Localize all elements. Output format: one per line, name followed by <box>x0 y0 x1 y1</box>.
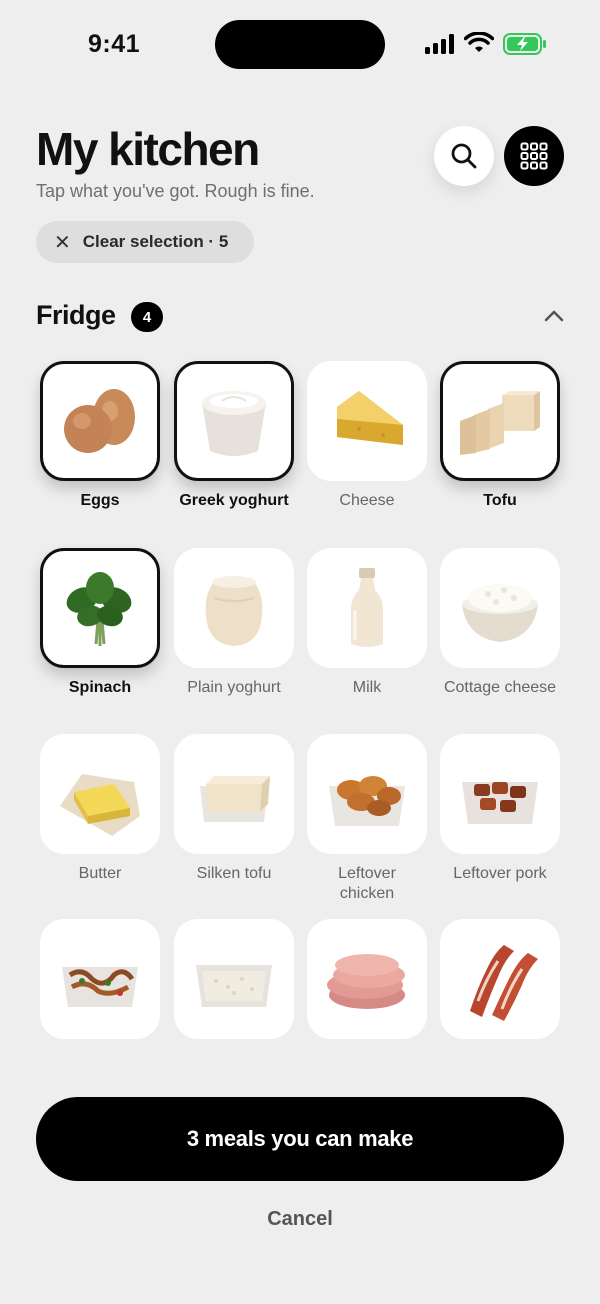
section-title: Fridge <box>36 300 116 330</box>
grid-view-button[interactable] <box>504 126 564 186</box>
grid-icon <box>520 142 548 170</box>
silken-tofu-icon <box>200 776 270 822</box>
plain-yoghurt-icon <box>205 576 263 646</box>
ingredient-label: Eggs <box>80 492 120 509</box>
ingredient-item-silken-tofu[interactable]: Silken tofu <box>174 734 294 884</box>
dynamic-island <box>215 20 385 69</box>
greek-yoghurt-icon <box>202 391 266 456</box>
ingredient-tile[interactable] <box>307 919 427 1039</box>
ingredient-item-tofu[interactable]: Tofu <box>440 361 560 511</box>
ingredient-item-eggs[interactable]: Eggs <box>40 361 160 511</box>
page-title: My kitchen <box>36 123 260 175</box>
ingredient-tile[interactable] <box>174 734 294 854</box>
ingredient-item-plain-yoghurt[interactable]: Plain yoghurt <box>174 548 294 698</box>
ingredient-label: Cottage cheese <box>443 679 557 696</box>
ingredient-tile[interactable] <box>40 361 160 481</box>
chevron-up-icon[interactable] <box>542 306 566 326</box>
ingredient-label: Cheese <box>339 492 395 509</box>
ingredient-tile[interactable] <box>307 548 427 668</box>
ingredient-label: Greek yoghurt <box>179 492 289 509</box>
ingredient-label: Spinach <box>68 679 132 696</box>
leftover-stir-fry-icon <box>62 967 138 1007</box>
ingredient-label: Leftover chicken <box>338 865 396 902</box>
ingredient-tile[interactable] <box>307 361 427 481</box>
ingredient-item-ham[interactable] <box>307 919 427 1049</box>
leftover-chicken-icon <box>329 776 405 826</box>
ingredient-label: Butter <box>78 865 122 882</box>
ingredient-item-greek-yoghurt[interactable]: Greek yoghurt <box>174 361 294 511</box>
search-icon <box>451 143 477 169</box>
meals-cta-label: 3 meals you can make <box>186 1126 414 1151</box>
cancel-button[interactable]: Cancel <box>0 1208 600 1231</box>
leftover-pork-icon <box>462 782 538 824</box>
ingredient-item-leftover-chicken[interactable]: Leftover chicken <box>307 734 427 904</box>
clear-selection-label: Clear selection · 5 <box>82 232 229 251</box>
ingredient-tile[interactable] <box>40 548 160 668</box>
ingredient-item-leftover-pork[interactable]: Leftover pork <box>440 734 560 884</box>
ingredient-tile[interactable] <box>174 361 294 481</box>
rice-container-icon <box>196 965 272 1007</box>
ingredient-tile[interactable] <box>40 734 160 854</box>
status-bar: 9:41 <box>0 0 600 90</box>
tofu-icon <box>460 391 540 455</box>
spinach-icon <box>66 572 132 646</box>
ingredient-label: Tofu <box>483 492 517 509</box>
meals-cta-button[interactable]: 3 meals you can make <box>36 1097 564 1181</box>
bacon-icon <box>470 945 538 1021</box>
milk-icon <box>351 568 383 647</box>
section-count-badge: 4 <box>131 302 163 332</box>
ingredient-item-milk[interactable]: Milk <box>307 548 427 698</box>
close-icon: ✕ <box>54 231 71 254</box>
ingredient-tile[interactable] <box>174 919 294 1039</box>
ingredient-label: Silken tofu <box>196 865 272 882</box>
ingredient-item-cottage-cheese[interactable]: Cottage cheese <box>440 548 560 698</box>
cottage-cheese-icon <box>462 584 538 642</box>
butter-icon <box>60 774 140 836</box>
wifi-icon <box>464 32 494 52</box>
battery-charging-icon <box>503 33 546 55</box>
ingredient-item-cheese[interactable]: Cheese <box>307 361 427 511</box>
ingredient-tile[interactable] <box>40 919 160 1039</box>
ingredient-item-butter[interactable]: Butter <box>40 734 160 884</box>
ingredient-label: Leftover pork <box>453 865 547 882</box>
ingredient-item-rice[interactable] <box>174 919 294 1049</box>
signal-icon <box>425 34 454 54</box>
ham-icon <box>327 954 405 1009</box>
page-subtitle: Tap what you've got. Rough is fine. <box>36 181 315 201</box>
ingredient-item-spinach[interactable]: Spinach <box>40 548 160 698</box>
ingredient-tile[interactable] <box>440 734 560 854</box>
ingredient-tile[interactable] <box>440 919 560 1039</box>
ingredient-label: Milk <box>352 679 382 696</box>
ingredient-tile[interactable] <box>440 548 560 668</box>
ingredient-item-stir-fry[interactable] <box>40 919 160 1049</box>
cheese-icon <box>337 391 403 445</box>
status-time: 9:41 <box>88 30 141 58</box>
eggs-icon <box>64 389 135 453</box>
clear-selection-button[interactable]: ✕ Clear selection · 5 <box>36 221 254 263</box>
ingredient-label: Plain yoghurt <box>187 679 281 696</box>
search-button[interactable] <box>434 126 494 186</box>
ingredient-tile[interactable] <box>307 734 427 854</box>
ingredient-item-bacon[interactable] <box>440 919 560 1049</box>
ingredient-tile[interactable] <box>174 548 294 668</box>
ingredient-tile[interactable] <box>440 361 560 481</box>
